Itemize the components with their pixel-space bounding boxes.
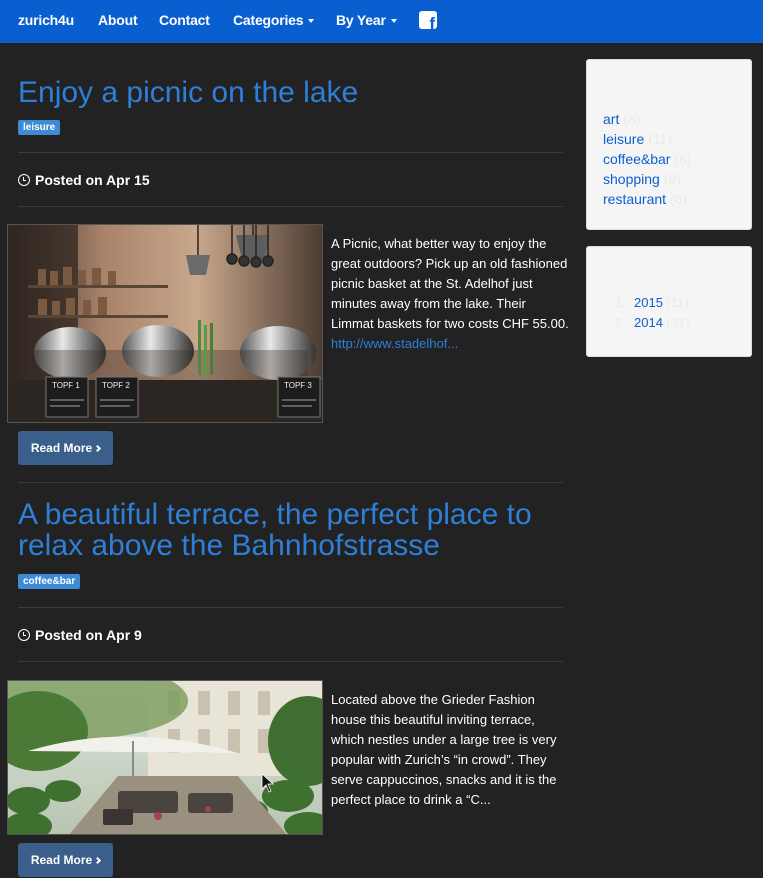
- post-date-text: Posted on Apr 9: [35, 627, 142, 643]
- year-item: 2. 2014 (31): [615, 313, 690, 333]
- category-count: (9): [663, 171, 681, 187]
- post-date-text: Posted on Apr 15: [35, 172, 150, 188]
- clock-icon: [18, 629, 30, 641]
- svg-text:TOPF 3: TOPF 3: [284, 381, 312, 390]
- category-item: shopping (9): [603, 169, 691, 189]
- brand-link[interactable]: zurich4u: [18, 12, 74, 28]
- read-more-button[interactable]: Read More: [18, 431, 113, 465]
- picnic-kitchen-photo: TOPF 1 TOPF 2 TOPF 3: [8, 225, 322, 422]
- post-tag[interactable]: coffee&bar: [18, 574, 81, 589]
- read-more-button[interactable]: Read More: [18, 843, 113, 877]
- divider: [18, 152, 563, 153]
- category-link[interactable]: leisure: [603, 131, 644, 147]
- divider: [18, 482, 563, 483]
- chevron-right-icon: [94, 856, 102, 865]
- category-count: (8): [623, 111, 641, 127]
- divider: [18, 661, 563, 662]
- post-tag[interactable]: leisure: [18, 120, 61, 135]
- post-image[interactable]: [7, 680, 323, 835]
- svg-text:TOPF 1: TOPF 1: [52, 381, 80, 390]
- year-item-number: 1.: [615, 295, 626, 310]
- year-link[interactable]: 2014: [634, 315, 663, 330]
- category-link[interactable]: art: [603, 111, 619, 127]
- categories-panel-title: Categories: [603, 84, 671, 100]
- nav-by-year-dropdown[interactable]: By Year: [336, 12, 397, 28]
- category-count: (8): [674, 151, 692, 167]
- category-link[interactable]: coffee&bar: [603, 151, 670, 167]
- caret-down-icon: [390, 19, 397, 23]
- clock-icon: [18, 174, 30, 186]
- post-title[interactable]: A beautiful terrace, the perfect place t…: [18, 499, 578, 561]
- year-link[interactable]: 2015: [634, 295, 663, 310]
- post-date: Posted on Apr 9: [18, 627, 142, 643]
- nav-categories-label: Categories: [233, 12, 304, 28]
- caret-down-icon: [308, 19, 315, 23]
- terrace-photo: [8, 681, 322, 834]
- category-item: coffee&bar (8): [603, 149, 691, 169]
- post-title[interactable]: Enjoy a picnic on the lake: [18, 77, 578, 108]
- nav-categories-dropdown[interactable]: Categories: [233, 12, 315, 28]
- divider: [18, 206, 563, 207]
- nav-contact[interactable]: Contact: [159, 12, 210, 28]
- top-navbar: zurich4u About Contact Categories By Yea…: [0, 0, 763, 43]
- svg-text:TOPF 2: TOPF 2: [102, 381, 130, 390]
- by-year-panel-title: By year: [603, 271, 651, 287]
- category-link[interactable]: shopping: [603, 171, 660, 187]
- by-year-list: 1. 2015 (11) 2. 2014 (31): [615, 293, 690, 333]
- by-year-panel: By year 1. 2015 (11) 2. 2014 (31): [586, 246, 752, 357]
- category-item: restaurant (6): [603, 189, 691, 209]
- categories-panel: Categories art (8) leisure (11) coffee&b…: [586, 59, 752, 230]
- category-count: (11): [648, 131, 672, 147]
- post-image[interactable]: TOPF 1 TOPF 2 TOPF 3: [7, 224, 323, 423]
- year-count: (31): [666, 315, 690, 330]
- post-excerpt: A Picnic, what better way to enjoy the g…: [331, 234, 571, 354]
- post-date: Posted on Apr 15: [18, 172, 150, 188]
- post-excerpt: Located above the Grieder Fashion house …: [331, 692, 557, 807]
- post-external-link[interactable]: http://www.stadelhof...: [331, 334, 571, 354]
- chevron-right-icon: [94, 444, 102, 453]
- categories-list: art (8) leisure (11) coffee&bar (8) shop…: [603, 109, 691, 209]
- category-item: art (8): [603, 109, 691, 129]
- category-count: (6): [669, 191, 688, 207]
- post-excerpt-text: A Picnic, what better way to enjoy the g…: [331, 236, 569, 331]
- divider: [18, 607, 563, 608]
- year-count: (11): [666, 295, 689, 310]
- facebook-icon[interactable]: f: [419, 11, 437, 29]
- read-more-label: Read More: [30, 441, 93, 455]
- nav-by-year-label: By Year: [336, 12, 386, 28]
- read-more-label: Read More: [30, 853, 93, 867]
- category-item: leisure (11): [603, 129, 691, 149]
- year-item-number: 2.: [615, 315, 626, 330]
- nav-about[interactable]: About: [98, 12, 138, 28]
- year-item: 1. 2015 (11): [615, 293, 690, 313]
- category-link[interactable]: restaurant: [603, 191, 666, 207]
